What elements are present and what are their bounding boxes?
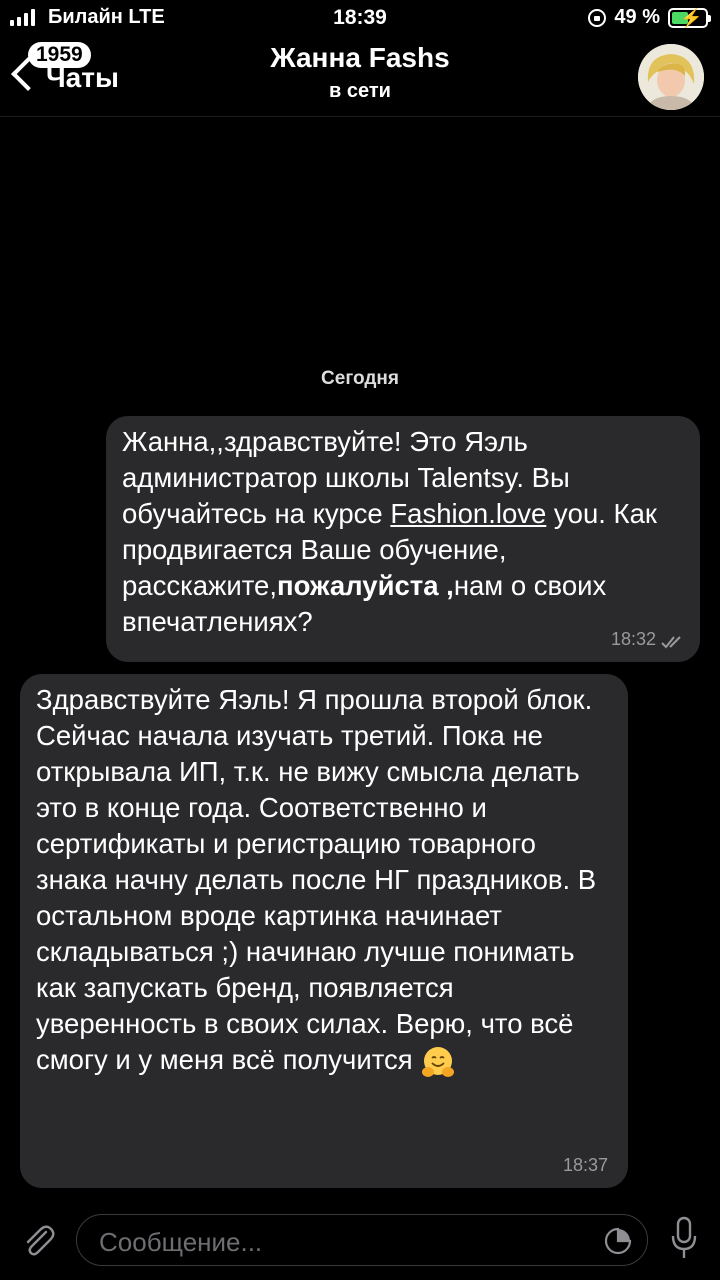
read-checks-icon bbox=[661, 636, 681, 649]
chat-header: Чаты 1959 Жанна Fashs в сети bbox=[0, 36, 720, 117]
message-input[interactable]: Сообщение... bbox=[76, 1214, 648, 1266]
outgoing-message[interactable]: Жанна,,здравствуйте! Это Яэль администра… bbox=[106, 416, 700, 662]
hugging-face-emoji-icon bbox=[422, 1046, 455, 1077]
message-time: 18:32 bbox=[610, 629, 656, 649]
battery-icon: ⚡ bbox=[668, 7, 711, 28]
orientation-lock-icon bbox=[588, 8, 607, 27]
sticker-icon[interactable] bbox=[603, 1226, 633, 1256]
message-time: 18:37 bbox=[562, 1155, 608, 1175]
message-text: Жанна,,здравствуйте! Это Яэль администра… bbox=[122, 426, 657, 637]
message-link[interactable]: Fashion.love bbox=[390, 498, 546, 529]
paperclip-icon[interactable] bbox=[18, 1220, 58, 1260]
incoming-message[interactable]: Здравствуйте Яэль! Я прошла второй блок.… bbox=[20, 674, 628, 1188]
status-bar: Билайн LTE 18:39 49 % ⚡ bbox=[0, 0, 720, 36]
composer: Сообщение... bbox=[0, 1200, 720, 1280]
message-placeholder: Сообщение... bbox=[99, 1227, 263, 1257]
chat-title[interactable]: Жанна Fashs bbox=[0, 42, 720, 74]
avatar[interactable] bbox=[638, 44, 704, 110]
message-text: Здравствуйте Яэль! Я прошла второй блок.… bbox=[36, 682, 612, 1080]
online-status: в сети bbox=[329, 80, 391, 102]
date-separator: Сегодня bbox=[321, 368, 399, 389]
battery-percent: 49 % bbox=[614, 6, 660, 28]
microphone-icon[interactable] bbox=[670, 1216, 698, 1260]
